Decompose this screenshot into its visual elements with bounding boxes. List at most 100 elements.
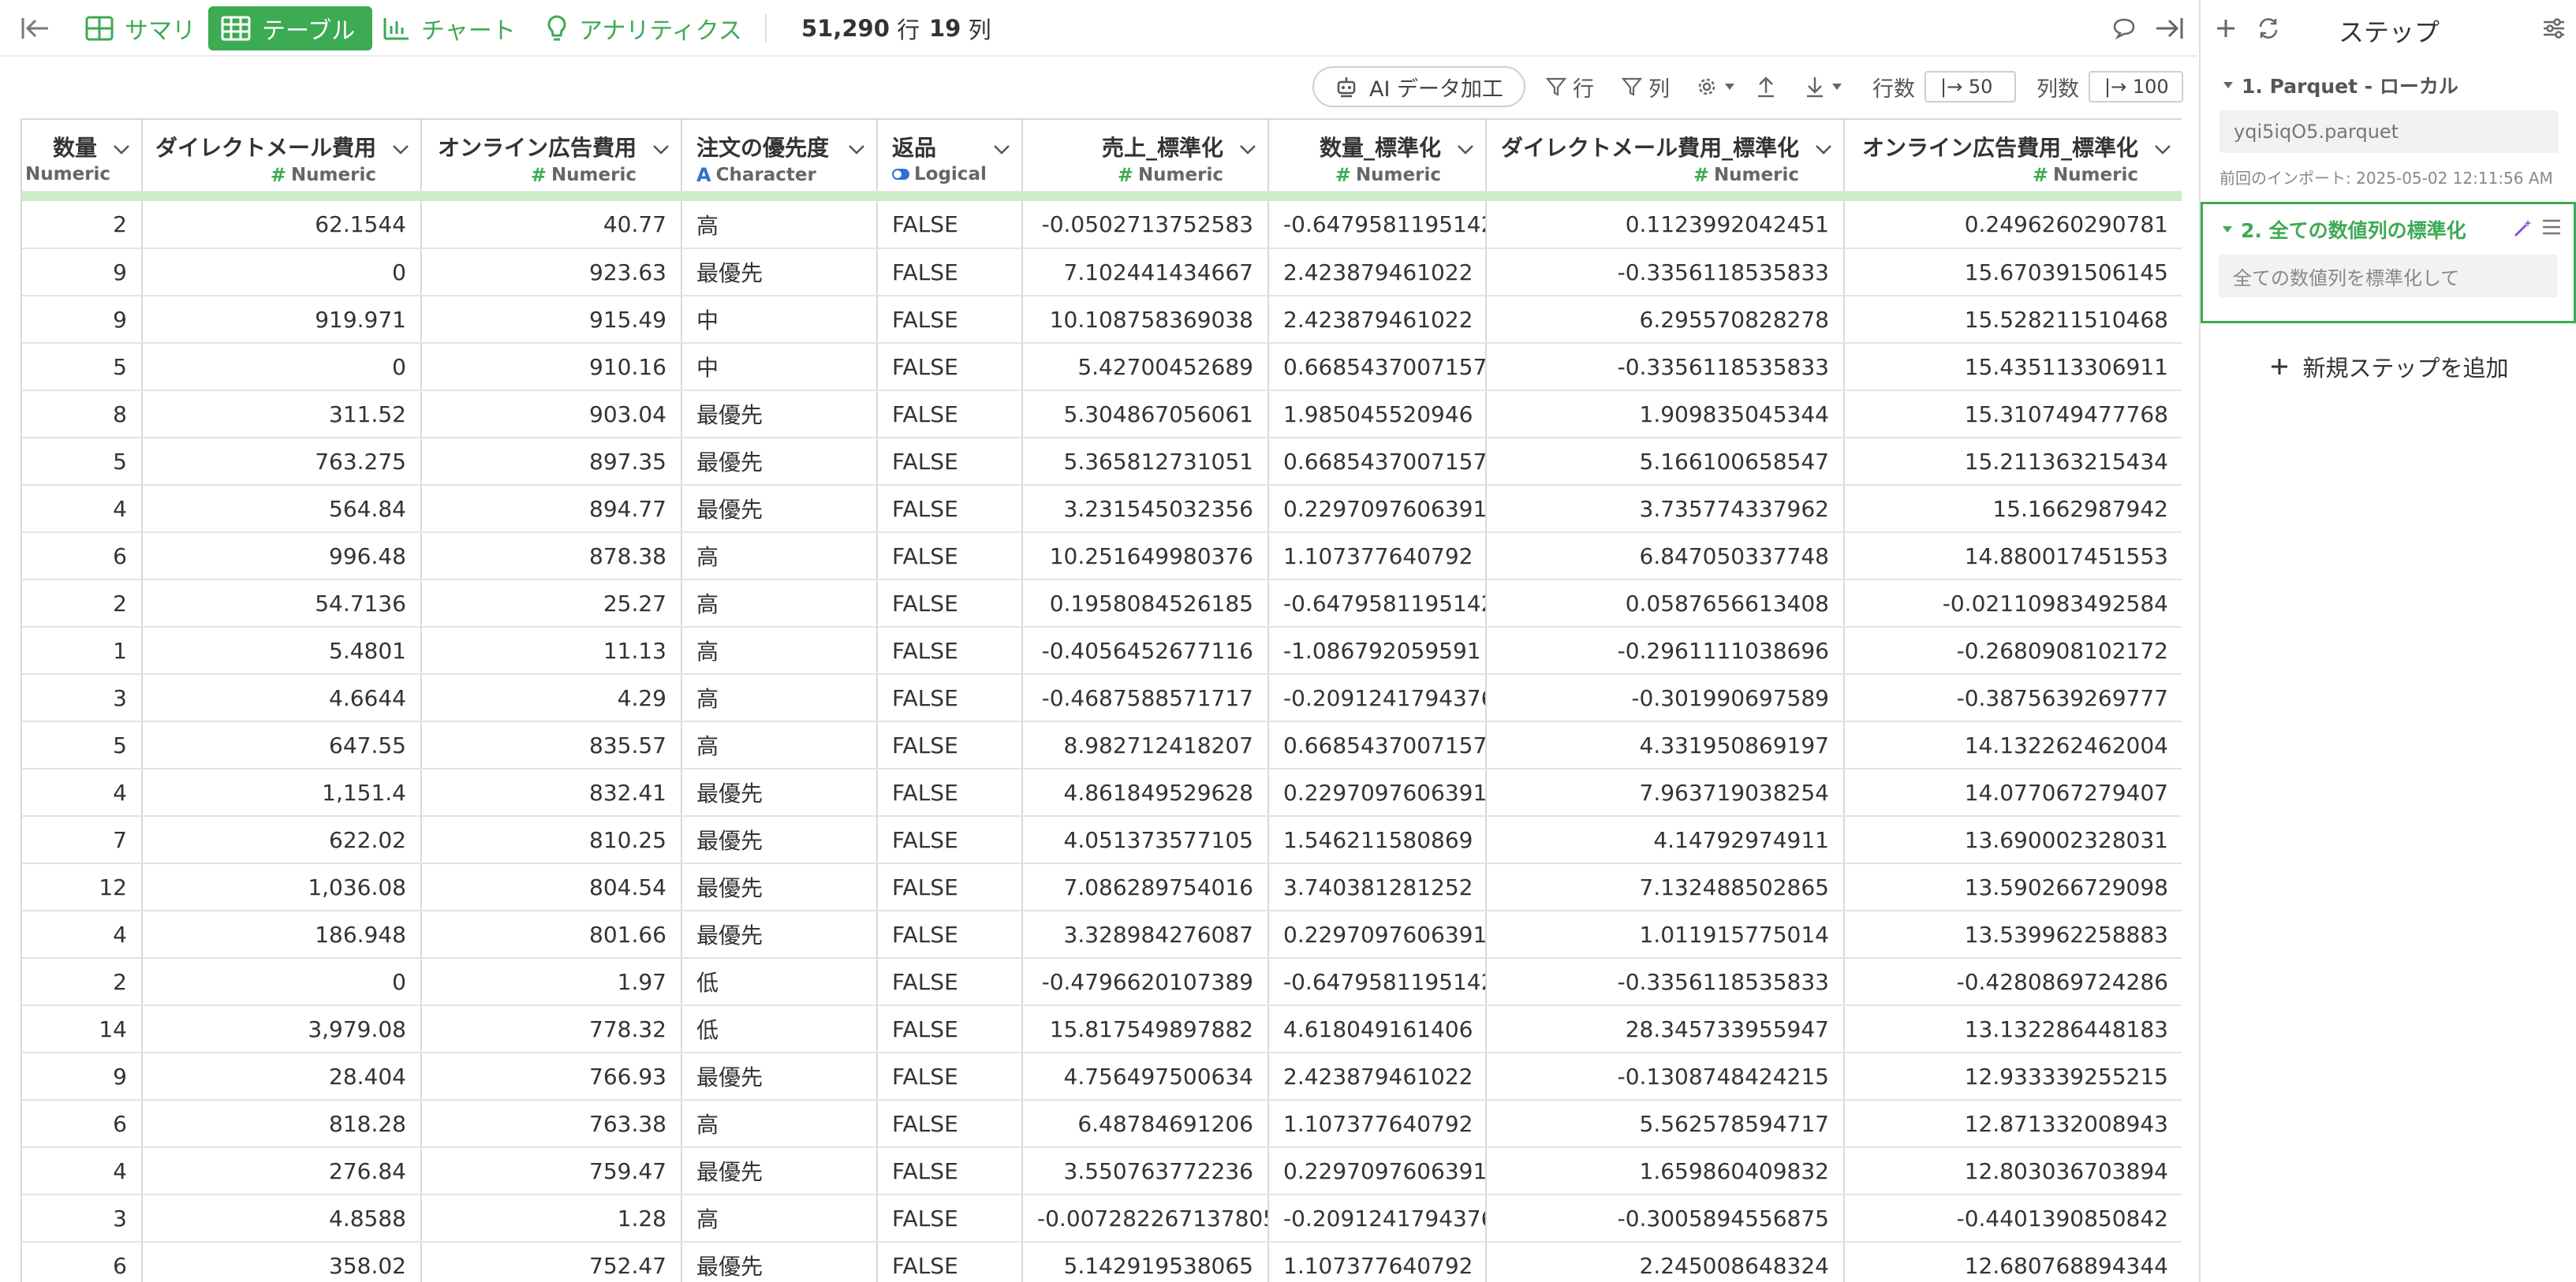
table-cell[interactable]: 2 (22, 580, 143, 628)
table-cell[interactable]: 28.404 (142, 1053, 422, 1101)
table-row[interactable]: 2 62.1544 40.77 高 FALSE -0.0502713752583 -0.64… (22, 201, 2182, 249)
table-row[interactable]: 5 763.275 897.35 最優先 FALSE 5.365812731051 0.66… (22, 438, 2182, 486)
table-cell[interactable]: 低 (681, 1005, 878, 1053)
table-cell[interactable]: -0.0502713752583 (1022, 201, 1269, 249)
column-header[interactable]: ダイレクトメール費用 # Numeric (142, 118, 422, 192)
table-cell[interactable]: 5.365812731051 (1022, 438, 1269, 486)
table-cell[interactable]: 3.740381281252 (1268, 863, 1487, 911)
table-cell[interactable]: 中 (681, 296, 878, 344)
table-row[interactable]: 6 996.48 878.38 高 FALSE 10.251649980376 1.1073… (22, 532, 2182, 580)
rows-per-page-input[interactable]: |→ 50 (1925, 71, 2016, 102)
table-cell[interactable]: 15.528211510468 (1844, 296, 2182, 344)
table-cell[interactable]: 9 (22, 248, 143, 296)
table-cell[interactable]: -0.4056452677116 (1022, 627, 1269, 675)
table-cell[interactable]: 878.38 (421, 532, 682, 580)
table-row[interactable]: 9 0 923.63 最優先 FALSE 7.102441434667 2.42387946… (22, 248, 2182, 296)
table-cell[interactable]: 7.963719038254 (1486, 769, 1845, 817)
column-header[interactable]: ダイレクトメール費用_標準化 # Numeric (1486, 118, 1845, 192)
table-cell[interactable]: 15.1662987942 (1844, 485, 2182, 533)
table-cell[interactable]: -0.4401390850842 (1844, 1194, 2182, 1243)
table-cell[interactable]: 358.02 (142, 1242, 422, 1282)
table-cell[interactable]: 12.680768894344 (1844, 1242, 2182, 1282)
sliders-icon[interactable] (2537, 11, 2571, 46)
table-cell[interactable]: -0.2091241794376 (1268, 674, 1487, 722)
table-cell[interactable]: 766.93 (421, 1053, 682, 1101)
table-cell[interactable]: 763.275 (142, 438, 422, 486)
table-cell[interactable]: FALSE (877, 1053, 1023, 1101)
column-header[interactable]: オンライン広告費用_標準化 # Numeric (1844, 118, 2182, 192)
table-cell[interactable]: 最優先 (681, 1053, 878, 1101)
row-filter-button[interactable]: 行 (1546, 66, 1594, 107)
table-row[interactable]: 5 0 910.16 中 FALSE 5.42700452689 0.66854370071… (22, 343, 2182, 391)
table-cell[interactable]: 15.670391506145 (1844, 248, 2182, 296)
table-cell[interactable]: 6 (22, 1242, 143, 1282)
table-cell[interactable]: 7.086289754016 (1022, 863, 1269, 911)
table-cell[interactable]: 14.077067279407 (1844, 769, 2182, 817)
table-cell[interactable]: 752.47 (421, 1242, 682, 1282)
table-cell[interactable]: 13.132286448183 (1844, 1005, 2182, 1053)
table-cell[interactable]: 0 (142, 343, 422, 391)
table-cell[interactable]: 14 (22, 1005, 143, 1053)
tab-analytics[interactable]: アナリティクス (533, 6, 760, 50)
table-cell[interactable]: 0.1123992042451 (1486, 201, 1845, 249)
table-cell[interactable]: -0.2680908102172 (1844, 627, 2182, 675)
table-cell[interactable]: 15.435113306911 (1844, 343, 2182, 391)
table-cell[interactable]: 最優先 (681, 438, 878, 486)
chevron-down-icon[interactable] (651, 139, 671, 159)
plus-icon[interactable] (2208, 11, 2243, 46)
table-cell[interactable]: -1.086792059591 (1268, 627, 1487, 675)
ai-data-processing-button[interactable]: AI データ加工 (1312, 66, 1525, 107)
table-cell[interactable]: -0.4280869724286 (1844, 958, 2182, 1006)
chevron-down-icon[interactable] (846, 139, 867, 159)
table-cell[interactable]: FALSE (877, 390, 1023, 438)
table-cell[interactable]: 1.909835045344 (1486, 390, 1845, 438)
table-cell[interactable]: -0.3875639269777 (1844, 674, 2182, 722)
chevron-down-icon[interactable] (1238, 139, 1258, 159)
table-cell[interactable]: 14.132262462004 (1844, 721, 2182, 770)
table-row[interactable]: 5 647.55 835.57 高 FALSE 8.982712418207 0.66854… (22, 721, 2182, 770)
table-cell[interactable]: 最優先 (681, 769, 878, 817)
table-cell[interactable]: 3 (22, 674, 143, 722)
table-cell[interactable]: FALSE (877, 248, 1023, 296)
table-cell[interactable]: FALSE (877, 1147, 1023, 1195)
table-cell[interactable]: 763.38 (421, 1100, 682, 1148)
table-cell[interactable]: 5.142919538065 (1022, 1242, 1269, 1282)
table-cell[interactable]: 10.108758369038 (1022, 296, 1269, 344)
table-cell[interactable]: 0.2297097606391 (1268, 1147, 1487, 1195)
table-cell[interactable]: 高 (681, 532, 878, 580)
table-cell[interactable]: 7.102441434667 (1022, 248, 1269, 296)
table-cell[interactable]: 919.971 (142, 296, 422, 344)
table-cell[interactable]: 9 (22, 296, 143, 344)
tab-table[interactable]: テーブル (208, 6, 373, 50)
collapse-left-icon[interactable] (16, 0, 55, 57)
table-cell[interactable]: -0.6479581195142 (1268, 201, 1487, 249)
table-cell[interactable]: 5.166100658547 (1486, 438, 1845, 486)
table-cell[interactable]: 1,151.4 (142, 769, 422, 817)
table-cell[interactable]: -0.301990697589 (1486, 674, 1845, 722)
table-cell[interactable]: 1 (22, 627, 143, 675)
table-cell[interactable]: 818.28 (142, 1100, 422, 1148)
table-cell[interactable]: 759.47 (421, 1147, 682, 1195)
table-cell[interactable]: -0.02110983492584 (1844, 580, 2182, 628)
table-row[interactable]: 6 358.02 752.47 最優先 FALSE 5.142919538065 1.107… (22, 1242, 2182, 1282)
table-row[interactable]: 4 564.84 894.77 最優先 FALSE 3.231545032356 0.229… (22, 485, 2182, 533)
table-cell[interactable]: 40.77 (421, 201, 682, 249)
table-cell[interactable]: 4.861849529628 (1022, 769, 1269, 817)
table-cell[interactable]: 62.1544 (142, 201, 422, 249)
table-cell[interactable]: 最優先 (681, 485, 878, 533)
step-item-active[interactable]: 2. 全ての数値列の標準化 全ての数値列を標準化して (2201, 202, 2576, 323)
table-cell[interactable]: 810.25 (421, 816, 682, 864)
columns-per-page-input[interactable]: |→ 100 (2089, 71, 2183, 102)
table-cell[interactable]: 1.107377640792 (1268, 1100, 1487, 1148)
column-header[interactable]: 注文の優先度 A Character (681, 118, 878, 192)
table-cell[interactable]: 高 (681, 721, 878, 770)
table-cell[interactable]: 最優先 (681, 390, 878, 438)
table-cell[interactable]: 最優先 (681, 863, 878, 911)
table-cell[interactable]: 11.13 (421, 627, 682, 675)
table-cell[interactable]: -0.3356118535833 (1486, 343, 1845, 391)
table-row[interactable]: 3 4.6644 4.29 高 FALSE -0.4687588571717 -0.2091… (22, 674, 2182, 722)
table-cell[interactable]: 1.546211580869 (1268, 816, 1487, 864)
chevron-down-icon[interactable] (2152, 139, 2173, 159)
table-row[interactable]: 9 28.404 766.93 最優先 FALSE 4.756497500634 2.423… (22, 1053, 2182, 1101)
table-row[interactable]: 14 3,979.08 778.32 低 FALSE 15.817549897882 4.6… (22, 1005, 2182, 1053)
